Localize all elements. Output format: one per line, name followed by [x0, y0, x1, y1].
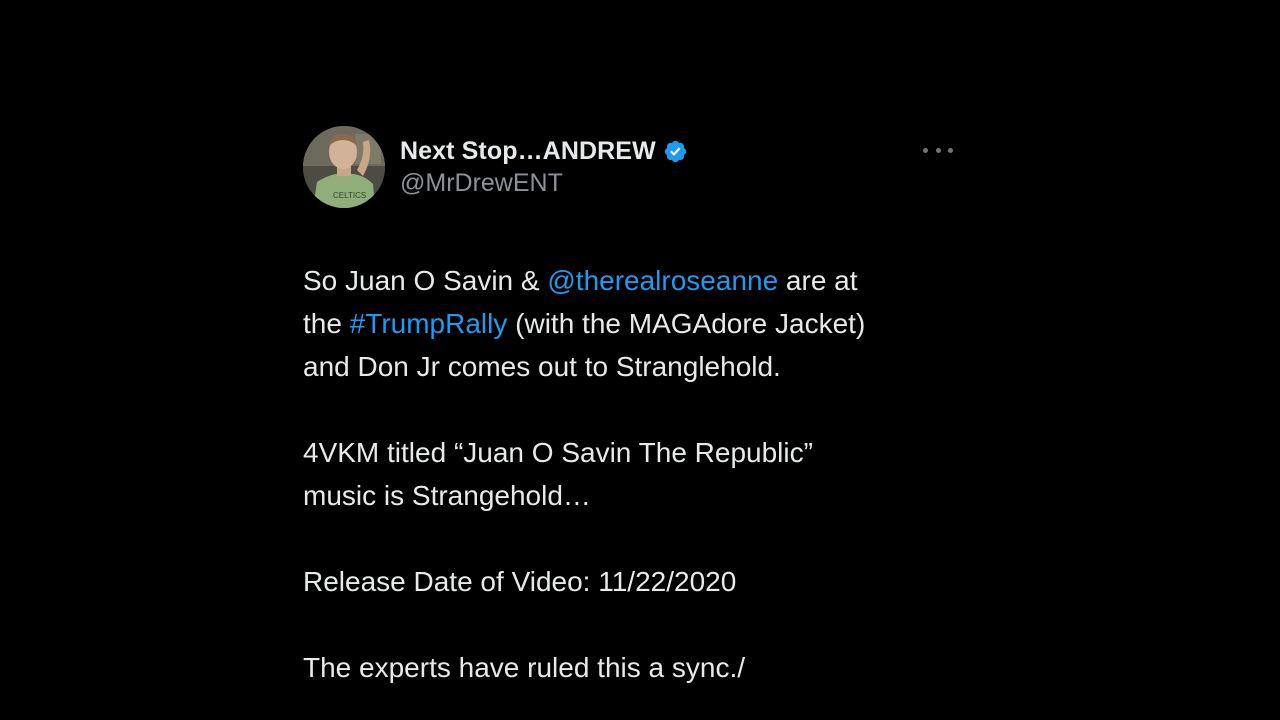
hashtag-link[interactable]: #TrumpRally — [350, 308, 508, 339]
display-name-row: Next Stop…ANDREW — [400, 135, 688, 167]
tweet-paragraph-1: So Juan O Savin & @therealroseanne are a… — [303, 259, 953, 388]
dot — [935, 147, 941, 153]
tweet-text: are at — [778, 265, 858, 296]
tweet-text: So Juan O Savin & — [303, 265, 548, 296]
display-name[interactable]: Next Stop…ANDREW — [400, 137, 656, 166]
tweet-text: (with the MAGAdore Jacket) — [507, 308, 866, 339]
tweet-line: Release Date of Video: 11/22/2020 — [303, 566, 737, 597]
more-options-icon[interactable] — [923, 140, 953, 160]
avatar[interactable]: CELTICS — [303, 126, 385, 208]
verified-badge-icon[interactable] — [663, 139, 688, 164]
tweet-line: So Juan O Savin & @therealroseanne are a… — [303, 259, 953, 302]
tweet-line: The experts have ruled this a sync./ — [303, 652, 745, 683]
tweet-card: CELTICS Next Stop…ANDREW @MrDrewENT So J… — [303, 126, 953, 689]
tweet-paragraph-3: Release Date of Video: 11/22/2020 — [303, 560, 953, 603]
tweet-line: the #TrumpRally (with the MAGAdore Jacke… — [303, 302, 953, 345]
mention-link[interactable]: @therealroseanne — [547, 265, 778, 296]
tweet-text: the — [303, 308, 350, 339]
video-frame: CELTICS Next Stop…ANDREW @MrDrewENT So J… — [0, 0, 1280, 720]
author-names: Next Stop…ANDREW @MrDrewENT — [400, 135, 688, 198]
dot — [923, 147, 928, 153]
tweet-header: CELTICS Next Stop…ANDREW @MrDrewENT — [303, 126, 953, 210]
tweet-paragraph-2: 4VKM titled “Juan O Savin The Republic” … — [303, 431, 953, 517]
avatar-shirt-text: CELTICS — [333, 191, 366, 200]
author-handle[interactable]: @MrDrewENT — [400, 169, 688, 198]
tweet-line: and Don Jr comes out to Stranglehold. — [303, 351, 781, 382]
tweet-line: 4VKM titled “Juan O Savin The Republic” — [303, 437, 813, 468]
tweet-body: So Juan O Savin & @therealroseanne are a… — [303, 259, 953, 689]
tweet-line: music is Strangehold… — [303, 480, 591, 511]
tweet-paragraph-4: The experts have ruled this a sync./ — [303, 646, 953, 689]
dot — [948, 147, 953, 153]
